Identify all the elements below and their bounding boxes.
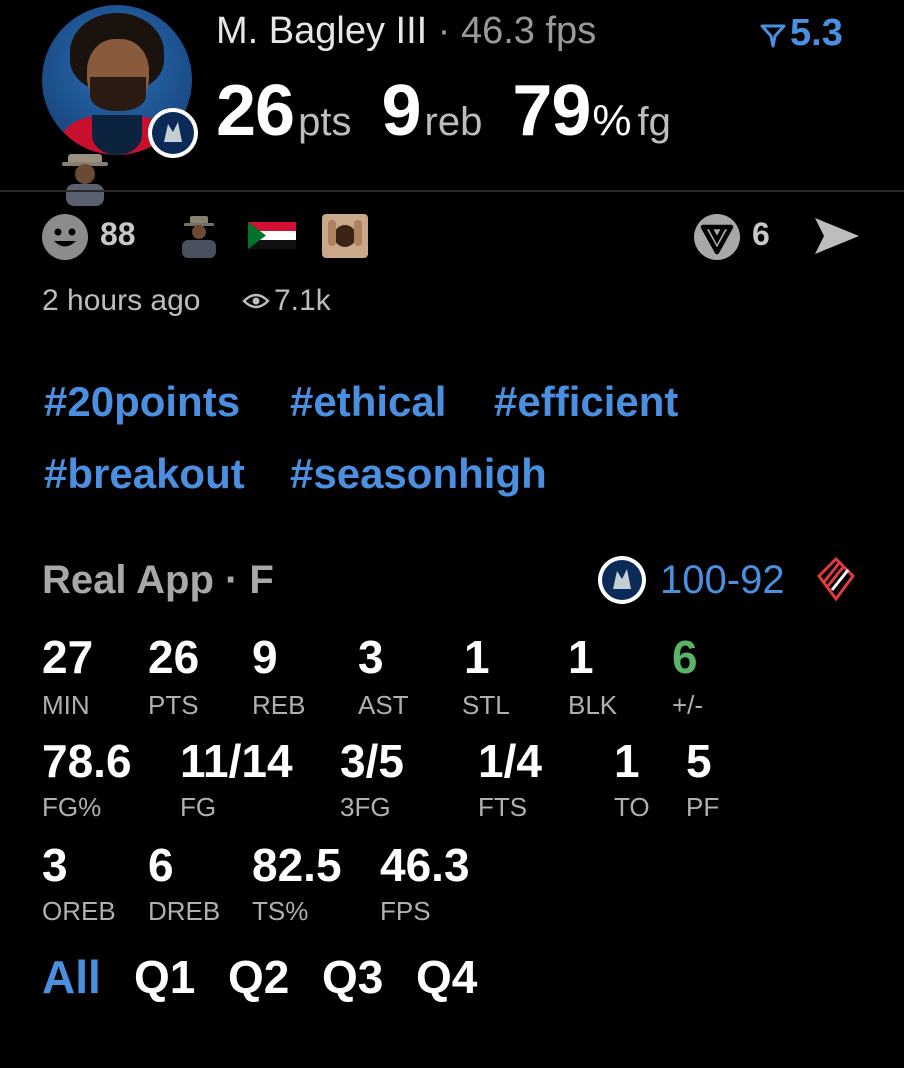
stat-value-min: 27 xyxy=(42,631,94,683)
player-name[interactable]: M. Bagley III · 46.3 fps xyxy=(216,10,596,53)
stat-value-ts-pct: 82.5 xyxy=(252,839,342,891)
header-divider xyxy=(0,190,904,192)
stat-label-dreb: DREB xyxy=(148,896,221,926)
reaction-emoji-shocked[interactable] xyxy=(322,214,368,258)
stat-value-fts: 1/4 xyxy=(478,735,542,787)
stat-value-pf: 5 xyxy=(686,735,712,787)
stat-label-ast: AST xyxy=(358,690,409,720)
fg-pct-value: 79 xyxy=(512,71,591,151)
game-score[interactable]: 100-92 xyxy=(660,558,785,603)
stat-label-plus-minus: +/- xyxy=(672,690,704,720)
stat-value-fg: 11/14 xyxy=(180,735,293,787)
hashtag[interactable]: #breakout xyxy=(44,450,245,498)
stat-label-blk: BLK xyxy=(568,690,618,720)
fg-label: fg xyxy=(637,100,671,144)
stat-label-pts: PTS xyxy=(148,690,199,720)
verse-icon[interactable] xyxy=(694,214,740,260)
stat-value-plus-minus: 6 xyxy=(672,631,698,683)
reaction-count[interactable]: 88 xyxy=(100,216,136,253)
stat-label-fts: FTS xyxy=(478,792,528,822)
stat-label-pf: PF xyxy=(686,792,720,822)
user-avatar-small[interactable] xyxy=(54,148,116,206)
post-timestamp: 2 hours ago xyxy=(42,284,201,317)
tab-all[interactable]: All xyxy=(42,950,101,1004)
fg-pct-sign: % xyxy=(592,96,632,145)
hashtag[interactable]: #efficient xyxy=(494,378,678,426)
stat-value-blk: 1 xyxy=(568,631,594,683)
stat-value-fg-pct: 78.6 xyxy=(42,735,132,787)
hashtag[interactable]: #seasonhigh xyxy=(290,450,547,498)
stat-value-reb: 9 xyxy=(252,631,278,683)
points-unit: pts xyxy=(298,100,352,144)
flag-icon[interactable] xyxy=(248,214,296,258)
eye-icon xyxy=(242,293,270,309)
stat-label-3fg: 3FG xyxy=(340,792,391,822)
stat-value-oreb: 3 xyxy=(42,839,68,891)
points-value: 26 xyxy=(216,71,295,151)
tab-q2[interactable]: Q2 xyxy=(228,950,289,1004)
reaction-emoji-person[interactable] xyxy=(176,214,222,258)
tab-q4[interactable]: Q4 xyxy=(416,950,477,1004)
send-icon[interactable] xyxy=(812,214,862,258)
stat-label-min: MIN xyxy=(42,690,90,720)
stat-label-to: TO xyxy=(614,792,650,822)
headline-stats: 26 pts 9 reb 79% fg xyxy=(216,70,701,152)
stat-label-stl: STL xyxy=(462,690,510,720)
player-rating[interactable]: 5.3 xyxy=(760,12,843,55)
stat-label-ts-pct: TS% xyxy=(252,896,309,926)
smiley-icon[interactable] xyxy=(42,214,88,260)
filter-icon xyxy=(760,24,786,48)
stat-label-oreb: OREB xyxy=(42,896,116,926)
stat-value-dreb: 6 xyxy=(148,839,174,891)
rebounds-unit: reb xyxy=(424,100,483,144)
team-logo-inner xyxy=(152,112,194,154)
tab-q3[interactable]: Q3 xyxy=(322,950,383,1004)
stat-value-stl: 1 xyxy=(464,631,490,683)
stat-value-to: 1 xyxy=(614,735,640,787)
stat-value-fps: 46.3 xyxy=(380,839,470,891)
stat-value-ast: 3 xyxy=(358,631,384,683)
stat-value-pts: 26 xyxy=(148,631,200,683)
view-count: 7.1k xyxy=(274,284,331,317)
stat-label-reb: REB xyxy=(252,690,306,720)
stats-source: Real App · F xyxy=(42,558,274,602)
stat-value-3fg: 3/5 xyxy=(340,735,404,787)
stat-label-fg: FG xyxy=(180,792,217,822)
hashtag[interactable]: #ethical xyxy=(290,378,446,426)
stat-label-fps: FPS xyxy=(380,896,431,926)
rebounds-value: 9 xyxy=(381,71,421,151)
hashtag[interactable]: #20points xyxy=(44,378,240,426)
verse-count[interactable]: 6 xyxy=(752,216,770,253)
opponent-logo-icon xyxy=(817,556,855,602)
team-logo-icon xyxy=(598,556,646,604)
stat-label-fg-pct: FG% xyxy=(42,792,102,822)
tab-q1[interactable]: Q1 xyxy=(134,950,195,1004)
